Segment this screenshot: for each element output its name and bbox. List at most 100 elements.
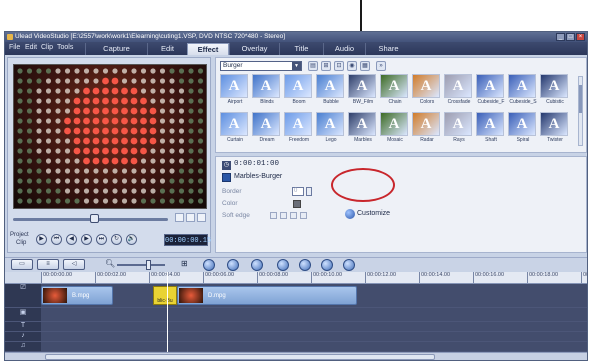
- color-swatch[interactable]: [293, 200, 301, 208]
- timeline-ruler[interactable]: 00:00:00.00 00:00:02.00 00:00:04.00 00:00:0…: [41, 272, 587, 284]
- maximize-button[interactable]: □: [566, 33, 575, 41]
- border-input[interactable]: 0: [292, 187, 304, 196]
- cut-clip-icon[interactable]: [197, 213, 206, 222]
- video-clip[interactable]: B.mpg: [41, 286, 113, 305]
- redo-icon[interactable]: [251, 259, 263, 271]
- menu-tools[interactable]: Tools: [57, 44, 73, 51]
- soft-edge-none[interactable]: [270, 212, 277, 219]
- effect-thumbnail[interactable]: A Chain: [380, 74, 410, 109]
- tab-edit[interactable]: Edit: [147, 43, 187, 55]
- zoom-out-icon[interactable]: 🔍︎: [105, 259, 115, 268]
- video-track[interactable]: B.mpg blic·Bu D.mpg: [41, 284, 587, 308]
- tab-effect[interactable]: Effect: [187, 43, 229, 55]
- minimize-button[interactable]: _: [556, 33, 565, 41]
- undo-icon[interactable]: [227, 259, 239, 271]
- effect-thumbnail[interactable]: A Airport: [220, 74, 250, 109]
- title-track[interactable]: [41, 322, 587, 332]
- effect-thumbnail[interactable]: A Colors: [412, 74, 442, 109]
- effect-thumbnail[interactable]: A Bubble: [316, 74, 346, 109]
- chapter-icon[interactable]: [321, 259, 333, 271]
- effect-thumbnail[interactable]: A Curtain: [220, 112, 250, 147]
- volume-button[interactable]: 🔊: [126, 234, 137, 245]
- play-button[interactable]: ▶: [36, 234, 47, 245]
- audio-view-button[interactable]: ◁: [63, 259, 85, 270]
- expand-icon[interactable]: »: [376, 61, 386, 71]
- export-icon[interactable]: [343, 259, 355, 271]
- menu-edit[interactable]: Edit: [25, 44, 37, 51]
- clip-mode-label[interactable]: Clip: [16, 240, 26, 246]
- title-track-header[interactable]: T: [5, 322, 41, 332]
- effect-thumbnail[interactable]: A Marbles: [348, 112, 378, 147]
- timeline-scrollbar[interactable]: [5, 352, 587, 360]
- overlay-track-header[interactable]: ▣: [5, 308, 41, 322]
- menu-file[interactable]: File: [9, 44, 20, 51]
- voice-track-header[interactable]: ♪: [5, 332, 41, 342]
- tab-share[interactable]: Share: [365, 43, 411, 55]
- timeline-scroll-thumb[interactable]: [45, 354, 435, 360]
- effect-thumbnail[interactable]: A Cubeside_S: [508, 74, 538, 109]
- overlay-track[interactable]: [41, 308, 587, 322]
- tab-audio[interactable]: Audio: [323, 43, 365, 55]
- duration-field[interactable]: 0:00:01:00: [234, 160, 279, 168]
- library-folder-dropdown[interactable]: Burger ▼: [220, 61, 302, 71]
- timeline-playhead[interactable]: [167, 272, 168, 352]
- video-track-header[interactable]: ⎚: [5, 284, 41, 308]
- import-icon[interactable]: ⊞: [321, 61, 331, 71]
- voice-track[interactable]: [41, 332, 587, 342]
- scrub-handle[interactable]: [90, 214, 99, 223]
- end-button[interactable]: ⏭: [96, 234, 107, 245]
- track-manager-icon[interactable]: [299, 259, 311, 271]
- next-frame-button[interactable]: ▶: [81, 234, 92, 245]
- effect-thumbnail[interactable]: A BW_Film: [348, 74, 378, 109]
- effect-thumbnail[interactable]: A Crossfade: [444, 74, 474, 109]
- effect-thumbnail-label: Dream: [259, 137, 275, 143]
- home-button[interactable]: ⏮: [51, 234, 62, 245]
- add-clip-icon[interactable]: [203, 259, 215, 271]
- soft-edge-strong[interactable]: [300, 212, 307, 219]
- soft-edge-weak[interactable]: [280, 212, 287, 219]
- transition-clip[interactable]: blic·Bu: [153, 286, 177, 305]
- library-scroll-thumb[interactable]: [579, 85, 582, 113]
- repeat-button[interactable]: ↻: [111, 234, 122, 245]
- effect-thumbnail[interactable]: A Boom: [284, 74, 314, 109]
- effect-thumbnail[interactable]: A Shaft: [476, 112, 506, 147]
- tab-title[interactable]: Title: [279, 43, 323, 55]
- mark-in-icon[interactable]: [175, 213, 184, 222]
- effect-thumbnail[interactable]: A Cubistic: [540, 74, 570, 109]
- effect-thumbnail[interactable]: A Dream: [252, 112, 282, 147]
- timecode-display[interactable]: 00:00:00.15: [164, 234, 211, 246]
- effect-thumbnail[interactable]: A Radar: [412, 112, 442, 147]
- tab-capture[interactable]: Capture: [85, 43, 147, 55]
- list-icon[interactable]: ▦: [360, 61, 370, 71]
- video-clip[interactable]: D.mpg: [177, 286, 357, 305]
- mark-out-icon[interactable]: [186, 213, 195, 222]
- effect-thumbnail[interactable]: A Twister: [540, 112, 570, 147]
- menu-clip[interactable]: Clip: [41, 44, 53, 51]
- music-track[interactable]: [41, 342, 587, 352]
- previous-frame-button[interactable]: ◀: [66, 234, 77, 245]
- effect-thumbnail[interactable]: A Spiral: [508, 112, 538, 147]
- effect-thumbnail[interactable]: A Freedom: [284, 112, 314, 147]
- effect-thumbnail[interactable]: A Blinds: [252, 74, 282, 109]
- effect-thumbnail[interactable]: A Mosaic: [380, 112, 410, 147]
- library-scrollbar[interactable]: [578, 76, 583, 146]
- folder-icon[interactable]: ▤: [308, 61, 318, 71]
- customize-button[interactable]: Customize: [342, 207, 394, 221]
- border-spinner[interactable]: [306, 187, 312, 196]
- zoom-slider[interactable]: [117, 264, 165, 266]
- record-icon[interactable]: [277, 259, 289, 271]
- effect-thumbnail[interactable]: A Cubeside_F: [476, 74, 506, 109]
- soft-edge-medium[interactable]: [290, 212, 297, 219]
- music-track-header[interactable]: ♫: [5, 342, 41, 352]
- zoom-slider-knob[interactable]: [146, 260, 151, 270]
- storyboard-view-button[interactable]: ▭: [11, 259, 33, 270]
- fit-project-icon[interactable]: ⊞: [181, 259, 188, 268]
- project-mode-label[interactable]: Project: [10, 232, 29, 239]
- close-button[interactable]: ×: [576, 33, 585, 41]
- effect-thumbnail[interactable]: A Rays: [444, 112, 474, 147]
- timeline-view-button[interactable]: ≡: [37, 259, 59, 270]
- tab-overlay[interactable]: Overlay: [229, 43, 279, 55]
- apply-icon[interactable]: ⊡: [334, 61, 344, 71]
- random-icon[interactable]: ◉: [347, 61, 357, 71]
- effect-thumbnail[interactable]: A Lego: [316, 112, 346, 147]
